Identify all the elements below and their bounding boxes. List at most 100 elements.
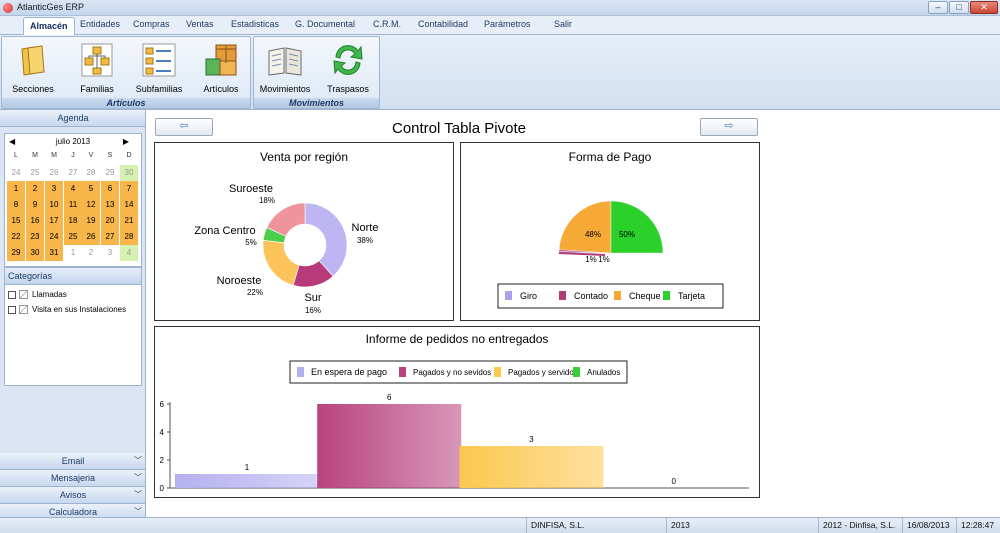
avisos-section[interactable]: Avisos ﹀ bbox=[0, 487, 145, 504]
calendar-day[interactable]: 10 bbox=[45, 197, 63, 213]
calendar-day[interactable]: 18 bbox=[64, 213, 82, 229]
calendar-day[interactable]: 9 bbox=[26, 197, 44, 213]
tab-almacen[interactable]: Almacén bbox=[23, 17, 75, 35]
calendar-day[interactable]: 5 bbox=[82, 181, 100, 197]
articulos-label: Artículos bbox=[203, 84, 239, 94]
mensajeria-section[interactable]: Mensajeria ﹀ bbox=[0, 470, 145, 487]
calendar-day[interactable]: 24 bbox=[45, 229, 63, 245]
close-button[interactable]: ✕ bbox=[970, 1, 998, 14]
calendar-day[interactable]: 25 bbox=[26, 165, 44, 181]
calendar-day[interactable]: 26 bbox=[82, 229, 100, 245]
calendar-day[interactable]: 13 bbox=[101, 197, 119, 213]
categoria-label: Visita en sus Instalaciones bbox=[32, 305, 127, 314]
calendar-day[interactable]: 4 bbox=[64, 181, 82, 197]
tab-crm[interactable]: C.R.M. bbox=[373, 19, 401, 29]
calendar-next-arrow[interactable]: ▶ bbox=[123, 137, 129, 146]
calendar-day[interactable]: 7 bbox=[120, 181, 138, 197]
calendar-dow: S bbox=[107, 152, 113, 159]
familias-button[interactable]: Familias bbox=[69, 41, 125, 94]
ribbon: Secciones Familias Subfamilias Artículos… bbox=[0, 35, 1000, 110]
calendar-day[interactable]: 31 bbox=[45, 245, 63, 261]
tab-g-documental[interactable]: G. Documental bbox=[295, 19, 355, 29]
tab-estadisticas[interactable]: Estadisticas bbox=[231, 19, 279, 29]
calendar-day[interactable]: 29 bbox=[7, 245, 25, 261]
next-button[interactable]: ⇨ bbox=[700, 118, 758, 136]
status-bar: DINFISA, S.L. 2013 2012 - Dinfisa, S.L. … bbox=[0, 517, 1000, 533]
calendar-day[interactable]: 24 bbox=[7, 165, 25, 181]
legend-label: Cheque bbox=[629, 291, 661, 301]
movimientos-button[interactable]: Movimientos bbox=[257, 41, 313, 94]
calendar-dow: M bbox=[51, 152, 57, 159]
calendar-day[interactable]: 16 bbox=[26, 213, 44, 229]
calendar-day[interactable]: 4 bbox=[120, 245, 138, 261]
tab-salir[interactable]: Salir bbox=[554, 19, 572, 29]
calendar-day[interactable]: 12 bbox=[82, 197, 100, 213]
donut-slice bbox=[262, 240, 300, 286]
calendar-day[interactable]: 22 bbox=[7, 229, 25, 245]
minimize-button[interactable]: – bbox=[928, 1, 948, 14]
agenda-label: Agenda bbox=[57, 113, 89, 123]
categoria-item[interactable]: Visita en sus Instalaciones bbox=[8, 304, 126, 316]
bar-value-label: 3 bbox=[529, 435, 534, 444]
categoria-label: Llamadas bbox=[32, 290, 67, 299]
slice-value-label: 38% bbox=[357, 236, 373, 245]
calendar-day[interactable]: 28 bbox=[82, 165, 100, 181]
tab-parametros[interactable]: Parámetros bbox=[484, 19, 531, 29]
list-hierarchy-icon bbox=[142, 43, 176, 77]
calendar-day[interactable]: 3 bbox=[45, 181, 63, 197]
calendar-day[interactable]: 6 bbox=[101, 181, 119, 197]
secciones-button[interactable]: Secciones bbox=[5, 41, 61, 94]
calendar-day[interactable]: 25 bbox=[64, 229, 82, 245]
calendar-day[interactable]: 27 bbox=[64, 165, 82, 181]
tab-contabilidad[interactable]: Contabilidad bbox=[418, 19, 468, 29]
articulos-button[interactable]: Artículos bbox=[193, 41, 249, 94]
calendar-month: julio 2013 bbox=[55, 137, 91, 146]
calendar-day[interactable]: 2 bbox=[82, 245, 100, 261]
calendar-day[interactable]: 30 bbox=[26, 245, 44, 261]
calendar-day[interactable]: 28 bbox=[120, 229, 138, 245]
agenda-header[interactable]: Agenda bbox=[0, 110, 145, 127]
calendar-day[interactable]: 11 bbox=[64, 197, 82, 213]
categorias-list: Llamadas Visita en sus Instalaciones bbox=[4, 285, 142, 386]
tab-entidades[interactable]: Entidades bbox=[80, 19, 120, 29]
calendar-day[interactable]: 26 bbox=[45, 165, 63, 181]
calendar-day[interactable]: 3 bbox=[101, 245, 119, 261]
bar bbox=[459, 446, 604, 488]
legend-swatch bbox=[614, 291, 621, 300]
mensajeria-label: Mensajeria bbox=[50, 473, 96, 483]
tab-compras[interactable]: Compras bbox=[133, 19, 170, 29]
calendar-day[interactable]: 29 bbox=[101, 165, 119, 181]
categoria-checkbox[interactable] bbox=[8, 290, 16, 299]
arrow-left-icon: ⇦ bbox=[179, 120, 189, 132]
movimientos-label: Movimientos bbox=[259, 84, 311, 94]
email-section[interactable]: Email ﹀ bbox=[0, 453, 145, 470]
prev-button[interactable]: ⇦ bbox=[155, 118, 213, 136]
calendar-day[interactable]: 27 bbox=[101, 229, 119, 245]
calendar-day[interactable]: 15 bbox=[7, 213, 25, 229]
status-date: 16/08/2013 bbox=[902, 518, 956, 533]
legend-swatch bbox=[297, 367, 304, 377]
categoria-checkbox[interactable] bbox=[8, 305, 16, 314]
calendar-day[interactable]: 19 bbox=[82, 213, 100, 229]
calendar-day[interactable]: 1 bbox=[64, 245, 82, 261]
calendar-day[interactable]: 17 bbox=[45, 213, 63, 229]
pedidos-bar-chart: En espera de pago Pagados y no sevidos Pag… bbox=[160, 360, 749, 493]
calendar-day[interactable]: 2 bbox=[26, 181, 44, 197]
calendar-dow: L bbox=[14, 152, 18, 159]
calendar-day[interactable]: 1 bbox=[7, 181, 25, 197]
pie-slice bbox=[558, 200, 612, 254]
calendar-prev-arrow[interactable]: ◀ bbox=[9, 137, 15, 146]
calculadora-section[interactable]: Calculadora ﹀ bbox=[0, 504, 145, 517]
traspasos-button[interactable]: Traspasos bbox=[320, 41, 376, 94]
maximize-button[interactable]: □ bbox=[949, 1, 969, 14]
calendar-day[interactable]: 14 bbox=[120, 197, 138, 213]
tab-ventas[interactable]: Ventas bbox=[186, 19, 214, 29]
calendar-day[interactable]: 20 bbox=[101, 213, 119, 229]
calendar-day[interactable]: 8 bbox=[7, 197, 25, 213]
subfamilias-button[interactable]: Subfamilias bbox=[131, 41, 187, 94]
categoria-item[interactable]: Llamadas bbox=[8, 289, 67, 301]
y-tick-label: 4 bbox=[160, 428, 165, 437]
calendar-day[interactable]: 30 bbox=[120, 165, 138, 181]
calendar-day[interactable]: 23 bbox=[26, 229, 44, 245]
calendar-day[interactable]: 21 bbox=[120, 213, 138, 229]
